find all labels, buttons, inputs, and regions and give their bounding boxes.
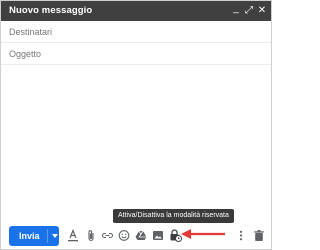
subject-field[interactable]: Oggetto	[1, 43, 271, 65]
compose-title: Nuovo messaggio	[9, 5, 93, 16]
minimize-button[interactable]: _	[230, 2, 242, 15]
annotation-arrow-icon	[181, 229, 225, 239]
compose-header: Nuovo messaggio _ ⤢ ✕	[1, 1, 271, 21]
link-icon[interactable]	[101, 229, 114, 242]
send-button[interactable]: Invia	[9, 226, 59, 246]
subject-placeholder: Oggetto	[9, 49, 42, 59]
emoji-icon[interactable]	[118, 229, 130, 242]
drive-icon[interactable]	[135, 229, 147, 242]
message-body[interactable]	[1, 65, 271, 215]
confidential-mode-tooltip: Attiva/Disattiva la modalità riservata	[113, 209, 234, 223]
send-divider	[47, 229, 48, 243]
delete-icon[interactable]	[253, 229, 265, 242]
recipients-placeholder: Destinatari	[9, 27, 53, 37]
send-options-arrow-icon[interactable]	[52, 234, 58, 238]
expand-button[interactable]: ⤢	[243, 4, 255, 17]
format-text-icon[interactable]	[67, 229, 79, 242]
compose-window: Nuovo messaggio _ ⤢ ✕ Destinatari Oggett…	[0, 0, 272, 250]
attach-icon[interactable]	[85, 229, 97, 242]
recipients-field[interactable]: Destinatari	[1, 21, 271, 43]
more-options-icon[interactable]	[238, 229, 244, 242]
close-button[interactable]: ✕	[256, 4, 268, 17]
image-icon[interactable]	[152, 229, 164, 242]
send-label: Invia	[19, 231, 40, 241]
